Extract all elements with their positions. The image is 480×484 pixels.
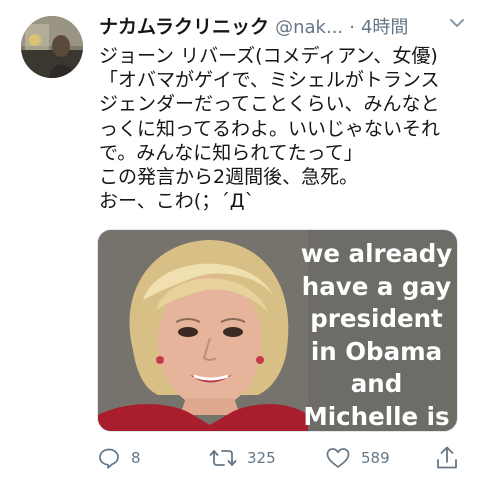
reply-icon: [99, 448, 119, 469]
like-count: 589: [361, 449, 390, 467]
heart-icon: [326, 448, 350, 468]
woman-photo: [98, 230, 308, 431]
retweet-count: 325: [247, 449, 276, 467]
share-button[interactable]: [435, 443, 459, 473]
tweet[interactable]: ナカムラクリニック @nak... · 4時間 ジョーン リバーズ(コメディアン…: [0, 0, 480, 484]
user-handle[interactable]: @nak...: [275, 17, 343, 38]
tweet-media[interactable]: we already have a gay president in Obama…: [97, 229, 458, 432]
reply-button[interactable]: 8: [97, 443, 141, 473]
avatar-image: [21, 16, 83, 78]
avatar[interactable]: [21, 16, 83, 78]
retweet-icon: [209, 450, 237, 466]
reply-count: 8: [131, 449, 141, 467]
tweet-actions: 8 325 589: [97, 443, 467, 473]
tweet-header: ナカムラクリニック @nak... · 4時間: [99, 12, 471, 42]
like-button[interactable]: 589: [325, 443, 390, 473]
share-icon: [437, 446, 457, 469]
media-caption: we already have a gay president in Obama…: [300, 239, 453, 431]
chevron-down-icon[interactable]: [446, 12, 468, 34]
retweet-button[interactable]: 325: [209, 443, 276, 473]
timestamp[interactable]: 4時間: [361, 17, 408, 38]
separator-dot: ·: [349, 17, 355, 38]
display-name[interactable]: ナカムラクリニック: [99, 16, 269, 38]
tweet-text: ジョーン リバーズ(コメディアン、女優) 「オバマがゲイで、ミシェルがトランス …: [99, 45, 441, 213]
